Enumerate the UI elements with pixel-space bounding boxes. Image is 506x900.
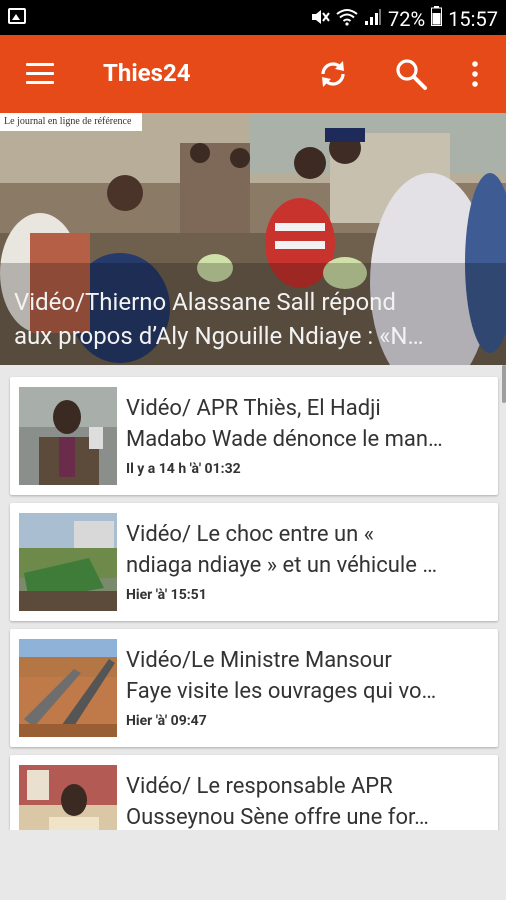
article-title: Vidéo/Le Ministre Mansour Faye visite le…	[126, 645, 486, 707]
battery-percent: 72%	[388, 6, 426, 31]
article-title-line2: Madabo Wade dénonce le man…	[126, 427, 443, 452]
featured-title: Vidéo/Thierno Alassane Sall répond aux p…	[14, 285, 494, 353]
more-vert-icon[interactable]	[468, 59, 482, 89]
gallery-icon	[8, 8, 26, 24]
list-item[interactable]: Vidéo/ APR Thiès, El Hadji Madabo Wade d…	[10, 377, 498, 495]
battery-icon	[431, 6, 443, 31]
refresh-icon[interactable]	[316, 57, 350, 91]
signal-icon	[364, 7, 382, 31]
search-icon[interactable]	[394, 57, 428, 91]
article-thumbnail	[19, 513, 117, 611]
article-title: Vidéo/ APR Thiès, El Hadji Madabo Wade d…	[126, 393, 486, 455]
article-title-line1: Vidéo/ Le choc entre un «	[126, 522, 375, 547]
status-bar: 72% 15:57	[0, 0, 506, 35]
source-logo: Le journal en ligne de référence	[0, 113, 142, 131]
article-title-line2: ndiaga ndiaye » et un véhicule …	[126, 553, 438, 578]
app-title: Thies24	[103, 59, 191, 87]
mute-icon	[310, 7, 330, 31]
article-thumbnail	[19, 639, 117, 737]
article-time: Hier 'à' 09:47	[126, 713, 207, 729]
article-title-line1: Vidéo/ Le responsable APR	[126, 774, 393, 799]
article-title-line2: Faye visite les ouvrages qui vo…	[126, 679, 437, 704]
featured-article[interactable]: Le journal en ligne de référence Vidéo/T…	[0, 113, 506, 365]
status-right: 72% 15:57	[310, 6, 498, 31]
article-list: Vidéo/ APR Thiès, El Hadji Madabo Wade d…	[0, 365, 506, 830]
featured-title-line1: Vidéo/Thierno Alassane Sall répond	[14, 288, 396, 316]
article-thumbnail	[19, 387, 117, 485]
list-item[interactable]: Vidéo/Le Ministre Mansour Faye visite le…	[10, 629, 498, 747]
article-title-line2: Ousseynou Sène offre une for…	[126, 805, 429, 830]
list-item[interactable]: Vidéo/ Le choc entre un « ndiaga ndiaye …	[10, 503, 498, 621]
app-bar: Thies24	[0, 35, 506, 113]
list-item[interactable]: Vidéo/ Le responsable APR Ousseynou Sène…	[10, 755, 498, 830]
featured-title-line2: aux propos d’Aly Ngouille Ndiaye : «N…	[14, 322, 424, 350]
article-time: Hier 'à' 15:51	[126, 587, 207, 603]
wifi-icon	[336, 7, 358, 31]
article-time: Il y a 14 h 'à' 01:32	[126, 461, 241, 477]
menu-icon[interactable]	[26, 63, 54, 85]
article-title-line1: Vidéo/Le Ministre Mansour	[126, 648, 392, 673]
article-title: Vidéo/ Le responsable APR Ousseynou Sène…	[126, 771, 486, 830]
article-title: Vidéo/ Le choc entre un « ndiaga ndiaye …	[126, 519, 486, 581]
clock: 15:57	[448, 6, 498, 31]
article-thumbnail	[19, 765, 117, 830]
article-title-line1: Vidéo/ APR Thiès, El Hadji	[126, 396, 381, 421]
